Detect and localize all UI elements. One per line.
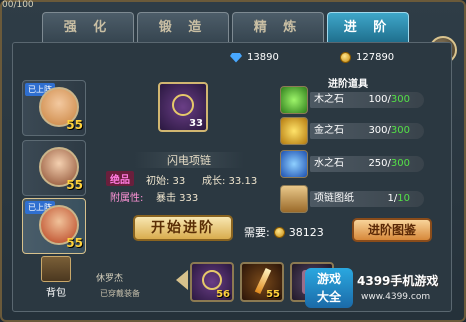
material-name: 水之石: [314, 158, 344, 169]
hero-slot-1[interactable]: 已上阵 55: [22, 80, 86, 136]
bag-icon: [41, 256, 71, 282]
hero-level: 55: [66, 178, 83, 192]
material-name: 金之石: [314, 125, 344, 136]
coin-count: 127890: [356, 52, 395, 63]
bag-label: 背包: [46, 288, 66, 299]
start-advance-button[interactable]: 开始进阶: [133, 215, 233, 241]
extra-attr-label: 附属性:: [110, 193, 144, 204]
material-have: 1: [387, 193, 394, 204]
slot-level: 55: [266, 289, 280, 300]
hero-name: 休罗杰: [96, 274, 124, 284]
equipped-status: 已穿戴装备: [100, 289, 140, 298]
hero-slot-2[interactable]: 55: [22, 140, 86, 196]
material-name: 项链图纸: [314, 193, 354, 204]
bag-button[interactable]: 背包: [36, 256, 76, 304]
slot-level: 56: [216, 289, 230, 300]
growth-stat: 成长: 33.13: [202, 176, 258, 187]
material-row: 项链图纸 1/10: [280, 185, 428, 213]
advance-gallery-button[interactable]: 进阶图鉴: [352, 218, 432, 242]
material-have: 100: [368, 94, 388, 105]
equipment-slot[interactable]: 33: [158, 82, 208, 132]
coin-icon: [273, 226, 285, 238]
material-row: 金之石 300/300: [280, 117, 428, 145]
scroll-icon: [280, 185, 308, 213]
material-have: 250: [368, 158, 388, 169]
watermark-name: 4399手机游戏: [357, 274, 439, 288]
watermark-logo: 游戏 大全 4399手机游戏 www.4399.com: [305, 268, 455, 310]
equipment-name: 闪电项链: [134, 152, 244, 168]
material-have: 300: [368, 125, 388, 136]
equipment-panel: 33 闪电项链 绝品 初始: 33 成长: 33.13 附属性: 暴击 333: [98, 68, 276, 278]
tab-strengthen[interactable]: 强 化: [42, 12, 134, 42]
gold-crystal-icon: [280, 117, 308, 145]
material-need: 10: [397, 193, 410, 204]
tab-advance[interactable]: 进 阶: [327, 12, 409, 42]
tab-bar: 强 化 锻 造 精 炼 进 阶: [42, 12, 409, 42]
blue-crystal-icon: [280, 150, 308, 178]
extra-attr-value: 暴击 333: [156, 193, 199, 204]
cost-display: 需要: 38123: [244, 224, 324, 240]
tab-refine[interactable]: 精 炼: [232, 12, 324, 42]
equipped-slot-1[interactable]: 56: [190, 262, 234, 302]
necklace-icon: [202, 270, 222, 290]
gem-count: 13890: [247, 52, 279, 63]
hero-level: 55: [66, 118, 83, 132]
material-need: 300: [390, 94, 410, 105]
cost-value: 38123: [288, 225, 324, 239]
watermark-badge: 游戏 大全: [305, 268, 353, 308]
necklace-icon: [172, 94, 194, 116]
green-crystal-icon: [280, 86, 308, 114]
watermark-url: www.4399.com: [361, 292, 431, 302]
quality-badge: 绝品: [106, 171, 134, 186]
material-need: 300: [390, 158, 410, 169]
coin-icon: [340, 52, 351, 63]
equipped-slot-2[interactable]: 55: [240, 262, 284, 302]
gem-balance: 13890: [230, 52, 279, 63]
material-row: 木之石 100/300: [280, 86, 428, 114]
scroll-left-arrow[interactable]: [176, 270, 188, 290]
material-name: 木之石: [314, 94, 344, 105]
hero-slot-3[interactable]: 已上阵 55: [22, 198, 86, 254]
initial-stat: 初始: 33: [146, 176, 186, 187]
equipment-count: 33: [189, 118, 203, 129]
cost-label: 需要:: [244, 226, 270, 239]
material-need: 300: [390, 125, 410, 136]
coin-balance: 127890: [340, 52, 394, 63]
material-row: 水之石 250/300: [280, 150, 428, 178]
tab-forge[interactable]: 锻 造: [137, 12, 229, 42]
hero-level: 55: [66, 236, 83, 250]
diamond-icon: [230, 52, 242, 63]
hud-stat: 00/100: [2, 0, 34, 10]
